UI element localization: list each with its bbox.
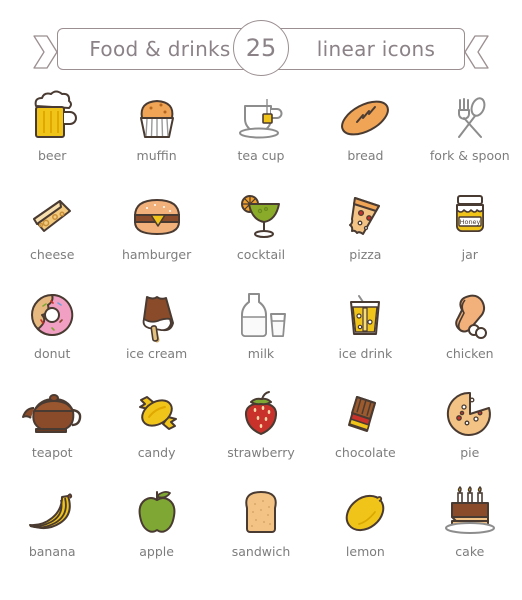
icon-cell-jar[interactable]: Honey jar [418, 187, 522, 286]
cheese-wedge-icon [33, 200, 72, 232]
icon-cell-milk[interactable]: milk [209, 286, 313, 385]
icon-cell-hamburger[interactable]: hamburger [104, 187, 208, 286]
icon-cell-fork-and-spoon[interactable]: fork & spoon [418, 88, 522, 187]
icon-cell-beer[interactable]: beer [0, 88, 104, 187]
jar-label-text: Honey [459, 218, 480, 226]
cocktail-glass-icon [240, 195, 280, 238]
icon-cell-cake[interactable]: cake [418, 484, 522, 583]
icon-cell-banana[interactable]: banana [0, 484, 104, 583]
icon-label: fork & spoon [429, 148, 510, 163]
icon-label: cocktail [236, 247, 286, 262]
banana-icon [29, 493, 73, 529]
icon-cell-chocolate[interactable]: chocolate [313, 385, 417, 484]
icon-label: cheese [30, 247, 75, 262]
icon-cell-pie[interactable]: pie [418, 385, 522, 484]
icon-label: jar [461, 247, 478, 262]
icon-cell-donut[interactable]: donut [0, 286, 104, 385]
icon-label: beer [37, 148, 67, 163]
pie-icon [446, 391, 491, 436]
icon-label: chicken [446, 346, 494, 361]
icon-label: bread [347, 148, 384, 163]
icon-label: teapot [31, 445, 73, 460]
lemon-icon [346, 494, 385, 532]
icon-label: donut [34, 346, 71, 361]
chicken-drumstick-icon [455, 294, 487, 339]
strawberry-icon [244, 391, 277, 435]
ribbon-tail-right-icon [464, 35, 489, 69]
beer-mug-icon [34, 90, 78, 138]
fork-and-spoon-icon [457, 97, 486, 138]
donut-icon [31, 293, 74, 336]
ice-drink-icon [350, 295, 381, 335]
icon-cell-chicken[interactable]: chicken [418, 286, 522, 385]
icon-cell-bread[interactable]: bread [313, 88, 417, 187]
bread-loaf-icon [341, 100, 390, 136]
ribbon-tail-left-icon [33, 35, 58, 69]
icon-label: hamburger [121, 247, 192, 262]
icon-cell-cocktail[interactable]: cocktail [209, 187, 313, 286]
candy-icon [138, 396, 177, 430]
icon-label: cake [455, 544, 485, 559]
icon-cell-apple[interactable]: apple [104, 484, 208, 583]
header-ribbon-banner: Food & drinks 25 linear icons [0, 20, 522, 78]
honey-jar-icon: Honey [455, 195, 484, 232]
icon-label: ice cream [125, 346, 188, 361]
icon-cell-cheese[interactable]: cheese [0, 187, 104, 286]
icon-cell-pizza[interactable]: pizza [313, 187, 417, 286]
icon-cell-tea-cup[interactable]: tea cup [209, 88, 313, 187]
banner-left-title: Food & drinks [89, 37, 231, 61]
teapot-icon [22, 394, 82, 433]
icon-cell-candy[interactable]: candy [104, 385, 208, 484]
icon-label: muffin [136, 148, 177, 163]
icon-label: sandwich [231, 544, 291, 559]
birthday-cake-icon [444, 485, 495, 534]
icon-count-badge: 25 [233, 20, 289, 76]
tea-cup-icon [238, 99, 283, 139]
icon-label: pie [460, 445, 480, 460]
icon-cell-lemon[interactable]: lemon [313, 484, 417, 583]
chocolate-bar-icon [348, 396, 377, 432]
icon-label: lemon [345, 544, 385, 559]
hamburger-icon [133, 199, 180, 235]
icon-grid: beer muffin tea cup bread fork & spoon c… [0, 88, 522, 583]
icon-cell-sandwich[interactable]: sandwich [209, 484, 313, 583]
icon-label: chocolate [335, 445, 396, 460]
milk-bottle-icon [240, 293, 286, 337]
icon-label: candy [137, 445, 176, 460]
ice-cream-bar-icon [142, 296, 174, 343]
icon-label: banana [28, 544, 76, 559]
icon-label: ice drink [338, 346, 393, 361]
apple-icon [138, 490, 176, 533]
icon-cell-ice-drink[interactable]: ice drink [313, 286, 417, 385]
icon-cell-strawberry[interactable]: strawberry [209, 385, 313, 484]
banner-right-title: linear icons [316, 37, 436, 61]
icon-cell-muffin[interactable]: muffin [104, 88, 208, 187]
icon-label: strawberry [227, 445, 295, 460]
icon-label: tea cup [237, 148, 285, 163]
icon-label: milk [247, 346, 275, 361]
pizza-slice-icon [349, 197, 381, 235]
sandwich-bread-slice-icon [245, 491, 277, 533]
icon-cell-teapot[interactable]: teapot [0, 385, 104, 484]
muffin-icon [139, 100, 174, 138]
icon-cell-ice-cream[interactable]: ice cream [104, 286, 208, 385]
icon-label: pizza [349, 247, 382, 262]
icon-label: apple [139, 544, 174, 559]
